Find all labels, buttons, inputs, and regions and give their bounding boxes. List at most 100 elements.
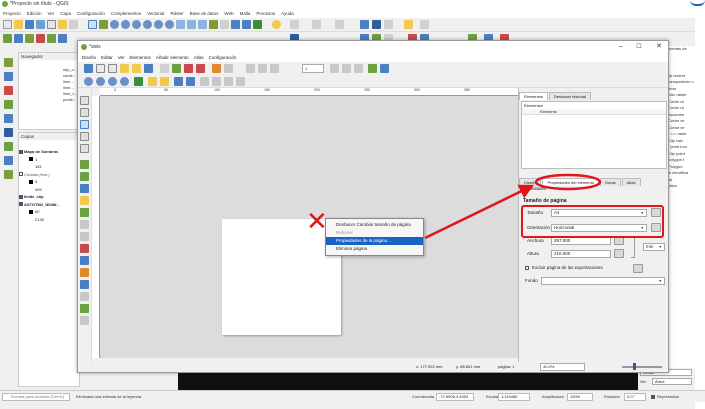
layout-manager-icon[interactable] <box>120 64 129 73</box>
add-picture-icon[interactable] <box>80 184 89 193</box>
add-arrow-icon[interactable] <box>80 268 89 277</box>
atlas-preview-icon[interactable] <box>246 64 255 73</box>
zoom-slider-track[interactable] <box>622 366 662 368</box>
add-map-icon[interactable] <box>80 160 89 169</box>
redo-icon[interactable] <box>224 64 233 73</box>
menu-configuracion[interactable]: Configuración <box>209 53 237 62</box>
data-defined-icon[interactable] <box>633 264 643 273</box>
toolbox-item[interactable]: Valor <box>667 183 695 190</box>
add-vector-layer-icon[interactable] <box>4 58 13 67</box>
new-layout-icon[interactable] <box>96 64 105 73</box>
zoom-in-icon[interactable] <box>84 77 93 86</box>
temporal-icon[interactable] <box>220 20 229 29</box>
pan-to-selection-icon[interactable] <box>99 20 108 29</box>
rotation-field[interactable]: 0.0 ° <box>624 393 646 401</box>
zoom-selection-icon[interactable] <box>154 20 163 29</box>
zoom-native-icon[interactable] <box>176 20 185 29</box>
menu-ver[interactable]: Ver <box>118 53 125 62</box>
coordinate-field[interactable]: -72.6906,4.4353 <box>436 393 474 401</box>
identify-icon[interactable] <box>272 20 281 29</box>
tab-atlas[interactable]: Atlas <box>621 178 641 186</box>
save-template-icon[interactable] <box>144 64 153 73</box>
data-defined-icon[interactable] <box>614 249 624 258</box>
menu-proyecto[interactable]: Proyecto <box>3 9 21 18</box>
add-mesh-icon[interactable] <box>47 34 56 43</box>
resize-icon[interactable] <box>236 77 245 86</box>
distribute-icon[interactable] <box>224 77 233 86</box>
add-attribute-table-icon[interactable] <box>80 304 89 313</box>
next-feature-icon[interactable] <box>330 64 339 73</box>
select-move-icon[interactable] <box>80 120 89 129</box>
lock-items-icon[interactable] <box>148 77 157 86</box>
save-layout-icon[interactable] <box>84 64 93 73</box>
pan-map-icon[interactable] <box>88 20 97 29</box>
magnifier-field[interactable]: 100% <box>567 393 593 401</box>
add-3d-map-icon[interactable] <box>80 172 89 181</box>
add-wcs-icon[interactable] <box>4 156 13 165</box>
move-content-icon[interactable] <box>80 132 89 141</box>
locator-search-input[interactable]: Escriba para localizar (Ctrl+K) <box>2 393 70 401</box>
render-checkbox[interactable] <box>651 395 655 399</box>
sum-icon[interactable] <box>372 20 381 29</box>
layer-row[interactable]: limite_clip <box>19 193 79 201</box>
zoom-in-icon[interactable] <box>110 20 119 29</box>
raise-icon[interactable] <box>200 77 209 86</box>
view-mode-combo[interactable]: Árbol <box>652 378 692 385</box>
menu-complementos[interactable]: Complementos <box>111 9 141 18</box>
first-feature-icon[interactable] <box>258 64 267 73</box>
add-label-icon[interactable] <box>80 196 89 205</box>
text-annotation-icon[interactable] <box>420 20 429 29</box>
menu-item-propiedades-pagina[interactable]: Propiedades de la página... <box>326 237 423 245</box>
select-features-icon[interactable] <box>290 20 299 29</box>
new-layer-icon[interactable] <box>14 34 23 43</box>
last-feature-icon[interactable] <box>342 64 351 73</box>
menu-item-deshacer[interactable]: Deshacer Cambiar tamaño de página <box>326 221 423 229</box>
tips-icon[interactable] <box>404 20 413 29</box>
menu-ayuda[interactable]: Ayuda <box>281 9 294 18</box>
save-as-icon[interactable] <box>36 20 45 29</box>
add-wfs-icon[interactable] <box>4 142 13 151</box>
add-fixed-table-icon[interactable] <box>80 316 89 325</box>
menu-anadir-elemento[interactable]: Añadir elemento <box>156 53 189 62</box>
zoom-out-icon[interactable] <box>121 20 130 29</box>
toolbox-item[interactable]: ransposición v <box>667 79 695 86</box>
align-icon[interactable] <box>212 77 221 86</box>
unit-combo[interactable]: mm ▼ <box>643 243 665 251</box>
add-raster-icon[interactable] <box>36 34 45 43</box>
zoom-layer-icon[interactable] <box>165 20 174 29</box>
zoom-full-icon[interactable] <box>120 77 129 86</box>
zoom-next-icon[interactable] <box>198 20 207 29</box>
menu-vectorial[interactable]: Vectorial <box>147 9 164 18</box>
zoom-out-icon[interactable] <box>96 77 105 86</box>
data-source-manager-icon[interactable] <box>3 34 12 43</box>
zoom-full-icon[interactable] <box>143 20 152 29</box>
zoom-actual-icon[interactable] <box>108 77 117 86</box>
save-icon[interactable] <box>25 20 34 29</box>
show-bookmarks-icon[interactable] <box>242 20 251 29</box>
add-postgis-icon[interactable] <box>4 100 13 109</box>
zoom-tool-icon[interactable] <box>80 108 89 117</box>
new-project-icon[interactable] <box>3 20 12 29</box>
group-icon[interactable] <box>174 77 183 86</box>
undo-icon[interactable] <box>212 64 221 73</box>
add-raster-layer-icon[interactable] <box>4 72 13 81</box>
width-spinbox[interactable]: 297.000 <box>551 237 611 245</box>
menu-ver[interactable]: Ver <box>48 9 55 18</box>
add-mssql-icon[interactable] <box>4 128 13 137</box>
layer-visible-checkbox[interactable] <box>19 202 23 207</box>
add-north-arrow-icon[interactable] <box>80 232 89 241</box>
navigator-item[interactable]: punte... <box>19 97 79 103</box>
menu-atlas[interactable]: Atlas <box>194 53 204 62</box>
scale-field[interactable]: 1:119480 <box>498 393 530 401</box>
zoom-rubberband-icon[interactable] <box>132 20 141 29</box>
unlock-items-icon[interactable] <box>160 77 169 86</box>
background-symbol-button[interactable]: ▼ <box>541 277 665 285</box>
deselect-icon[interactable] <box>312 20 321 29</box>
zoom-slider-handle[interactable] <box>633 363 636 370</box>
layer-row[interactable]: Mapa de Sombras <box>19 148 79 156</box>
tab-elementos[interactable]: Elementos <box>519 92 548 100</box>
bookmark-icon[interactable] <box>231 20 240 29</box>
refresh-view-icon[interactable] <box>134 77 143 86</box>
layout-manager-icon[interactable] <box>58 20 67 29</box>
tab-guias[interactable]: Guías <box>599 178 621 186</box>
